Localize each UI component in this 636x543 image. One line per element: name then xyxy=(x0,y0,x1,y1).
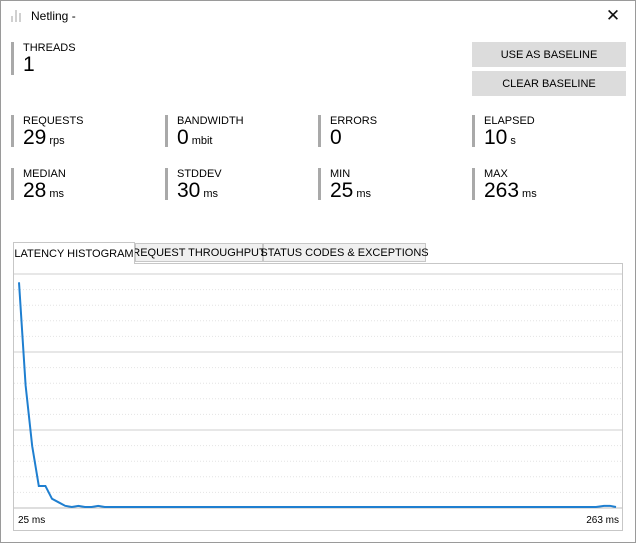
stat-value: 263 xyxy=(484,179,520,202)
app-logo-icon xyxy=(11,10,23,22)
stat-accent-bar xyxy=(11,115,14,147)
stat-accent-bar xyxy=(11,42,14,75)
use-as-baseline-button[interactable]: USE AS BASELINE xyxy=(472,42,626,67)
stat-accent-bar xyxy=(165,115,168,147)
latency-histogram-chart xyxy=(14,273,622,509)
stat-unit: ms xyxy=(49,188,65,200)
stat-value: 28 xyxy=(23,179,47,202)
clear-baseline-button[interactable]: CLEAR BASELINE xyxy=(472,71,626,96)
stat-value-line: 25 ms xyxy=(330,179,371,203)
window-title: Netling - xyxy=(31,9,76,23)
stat-unit: s xyxy=(510,135,516,147)
stat-value-line: 0 mbit xyxy=(177,126,212,150)
close-icon: ✕ xyxy=(605,6,621,25)
tab-request-throughput[interactable]: REQUEST THROUGHPUT xyxy=(132,243,266,262)
stat-value: 10 xyxy=(484,126,508,149)
stat-value-line: 29 rps xyxy=(23,126,65,150)
stat-value: 0 xyxy=(177,126,189,149)
stat-value-line: 10 s xyxy=(484,126,516,150)
x-axis-label-min: 25 ms xyxy=(18,515,46,526)
stat-accent-bar xyxy=(318,168,321,200)
chart-grid xyxy=(14,273,622,509)
stat-accent-bar xyxy=(318,115,321,147)
stat-value-line: 30 ms xyxy=(177,179,218,203)
stat-value: 30 xyxy=(177,179,201,202)
tab-status-codes-exceptions[interactable]: STATUS CODES & EXCEPTIONS xyxy=(260,243,429,262)
stat-unit: ms xyxy=(522,188,537,200)
app-window: Netling - ✕ THREADS 1 USE AS BASELINE CL… xyxy=(0,0,636,543)
stat-unit: rps xyxy=(49,135,65,147)
stat-accent-bar xyxy=(165,168,168,200)
stat-value-line: 1 xyxy=(23,53,35,77)
stat-value: 29 xyxy=(23,126,47,149)
stat-unit: ms xyxy=(356,188,372,200)
close-button[interactable]: ✕ xyxy=(593,1,633,31)
stat-unit: mbit xyxy=(191,135,213,147)
stat-unit: ms xyxy=(203,188,219,200)
stat-value-line: 0 xyxy=(330,126,342,150)
title-bar[interactable]: Netling - ✕ xyxy=(1,1,635,31)
stat-value: 0 xyxy=(330,126,342,149)
stat-accent-bar xyxy=(472,168,475,200)
stat-value: 1 xyxy=(23,53,35,76)
stat-accent-bar xyxy=(472,115,475,147)
stat-value-line: 28 ms xyxy=(23,179,64,203)
stat-value: 25 xyxy=(330,179,354,202)
tab-latency-histogram[interactable]: LATENCY HISTOGRAM xyxy=(13,242,135,264)
stat-accent-bar xyxy=(11,168,14,200)
latency-series-line xyxy=(18,282,617,509)
stat-value-line: 263 ms xyxy=(484,179,537,203)
latency-histogram-panel: 25 ms 263 ms xyxy=(13,263,623,531)
x-axis-label-max: 263 ms xyxy=(586,515,619,526)
